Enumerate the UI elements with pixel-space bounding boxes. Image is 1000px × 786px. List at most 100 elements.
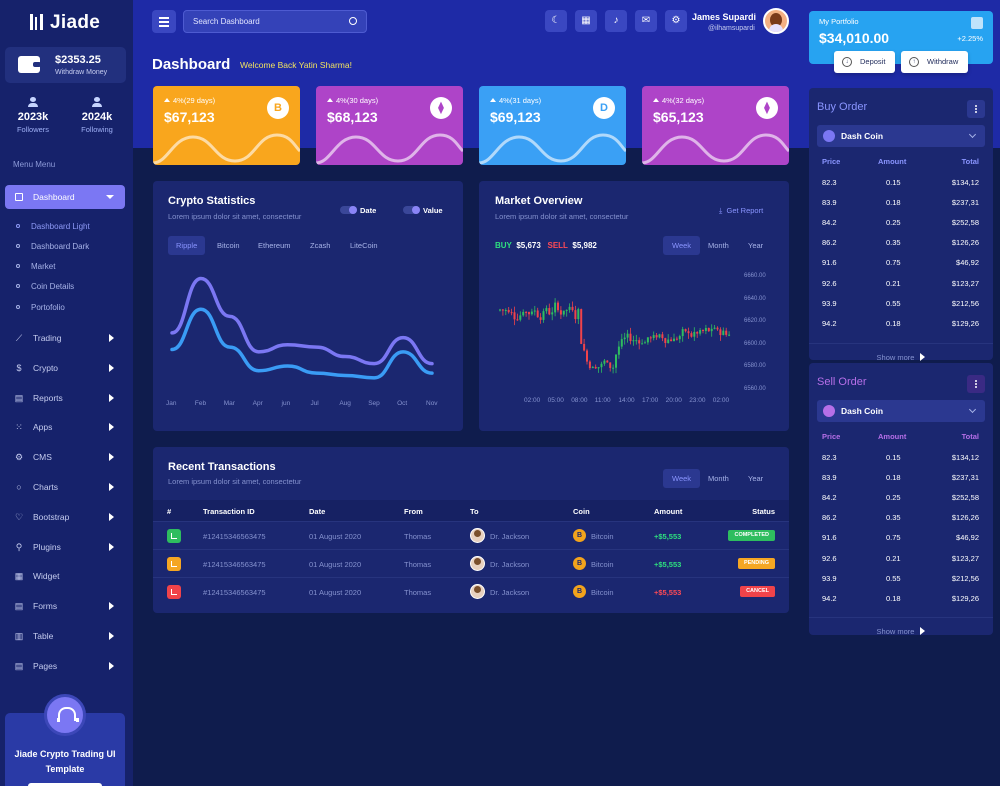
market-range-year[interactable]: Year <box>739 236 772 255</box>
user-name[interactable]: James Supardi <box>692 12 756 22</box>
tab-zcash[interactable]: Zcash <box>302 236 338 255</box>
brand-logo[interactable]: Jiade <box>30 12 100 34</box>
candle-body <box>649 337 652 339</box>
order-total: $252,58 <box>951 493 979 503</box>
order-total: $129,26 <box>951 318 979 328</box>
avatar[interactable] <box>763 8 789 34</box>
stat-card[interactable]: 4%(30 days) $68,123 ⧫ <box>316 86 463 165</box>
menu-toggle-button[interactable] <box>152 10 176 33</box>
table-row[interactable]: #12415346563475 01 August 2020 Thomas Dr. J… <box>153 549 789 577</box>
table-row[interactable]: #12415346563475 01 August 2020 Thomas Dr. J… <box>153 577 789 605</box>
sidebar-item-table[interactable]: ▥ Table <box>14 631 114 642</box>
sidebar-item-dashboard[interactable]: Dashboard <box>5 185 125 209</box>
apps-icon: ⁙ <box>15 422 23 433</box>
headset-icon <box>44 694 86 736</box>
recent-range-week[interactable]: Week <box>663 469 701 488</box>
status-badge: COMPLETED <box>728 530 775 541</box>
recent-range-year[interactable]: Year <box>739 469 772 488</box>
x-tick-label: jun <box>281 400 291 407</box>
candle-body <box>603 360 606 364</box>
column-header: Transaction ID <box>203 507 255 516</box>
sell-show-more[interactable]: Show more <box>809 617 993 636</box>
sidebar-item-plugins[interactable]: ⚲ Plugins <box>14 541 114 553</box>
plugins-icon: ⚲ <box>15 541 23 552</box>
bullet-icon <box>16 244 20 248</box>
sidebar-item-bootstrap[interactable]: ♡ Bootstrap <box>14 512 114 523</box>
sidebar-item-charts[interactable]: ○ Charts <box>14 482 114 492</box>
tab-bitcoin[interactable]: Bitcoin <box>209 236 248 255</box>
candle-body <box>539 317 542 320</box>
sell-order-title: Sell Order <box>817 376 867 388</box>
tab-ethereum[interactable]: Ethereum <box>250 236 299 255</box>
sidebar-subitem[interactable]: Market <box>16 262 55 271</box>
stat-card[interactable]: 4%(29 days) $67,123 B <box>153 86 300 165</box>
mail-icon[interactable]: ✉ <box>635 10 657 32</box>
search-input[interactable]: Search Dashboard <box>183 10 367 33</box>
recent-range-month[interactable]: Month <box>699 469 738 488</box>
more-icon[interactable] <box>967 100 985 118</box>
transaction-from: Thomas <box>404 588 432 597</box>
charts-icon: ○ <box>16 482 22 492</box>
sidebar-subitem[interactable]: Portofolio <box>16 303 65 312</box>
market-range-week[interactable]: Week <box>663 236 701 255</box>
sidebar-subitem[interactable]: Dashboard Dark <box>16 242 89 251</box>
sidebar-item-label: Dashboard <box>33 192 75 202</box>
bullet-icon <box>16 305 20 309</box>
sidebar-item-apps[interactable]: ⁙ Apps <box>14 422 114 433</box>
deposit-label: Deposit <box>860 57 886 66</box>
buy-label: BUY <box>495 241 512 250</box>
sell-coin-label: Dash Coin <box>841 406 884 416</box>
tab-litecoin[interactable]: LiteCoin <box>342 236 386 255</box>
market-range-month[interactable]: Month <box>699 236 738 255</box>
candle-body <box>591 366 594 369</box>
moon-icon[interactable]: ☾ <box>545 10 567 32</box>
tab-ripple[interactable]: Ripple <box>168 236 206 255</box>
legend-date[interactable]: Date <box>340 206 376 215</box>
sell-order-card: Sell Order Dash Coin Price Amount Total 82.… <box>809 363 993 636</box>
sidebar-subitem[interactable]: Dashboard Light <box>16 222 90 231</box>
sidebar-item-trading[interactable]: ⟋ Trading <box>14 333 114 344</box>
candle-body <box>525 311 528 313</box>
bell-icon[interactable]: ♪ <box>605 10 627 32</box>
deposit-button[interactable]: ↓ Deposit <box>834 51 895 73</box>
candle-body <box>696 331 699 334</box>
table-row[interactable]: #12415346563475 01 August 2020 Thomas Dr. J… <box>153 521 789 549</box>
status-badge: PENDING <box>737 558 775 569</box>
stat-card[interactable]: 4%(31 days) $69,123 D <box>479 86 626 165</box>
candle-body <box>583 343 586 351</box>
promo-card[interactable]: Jiade Crypto Trading UI Template <box>5 694 125 786</box>
order-price: 92.6 <box>822 278 837 288</box>
sidebar-item-label: Crypto <box>33 362 59 373</box>
transaction-coin: Bitcoin <box>591 532 614 541</box>
sidebar-item-crypto[interactable]: $ Crypto <box>14 362 114 373</box>
column-header: To <box>470 507 479 516</box>
grid-icon[interactable]: ▦ <box>575 10 597 32</box>
get-report-button[interactable]: ⤓ Get Report <box>719 206 763 216</box>
sidebar-item-reports[interactable]: ▤ Reports <box>14 393 114 404</box>
withdraw-button[interactable]: ↑ Withdraw <box>901 51 968 73</box>
wallet-card[interactable]: $2353.25 Withdraw Money <box>5 47 126 83</box>
order-total: $126,26 <box>951 238 979 248</box>
x-tick-label: 11:00 <box>594 397 611 404</box>
order-amount: 0.21 <box>886 278 901 288</box>
candle-body <box>690 333 693 337</box>
sidebar-item-cms[interactable]: ⚙ CMS <box>14 452 114 463</box>
y-tick-label: 6580.00 <box>744 363 766 369</box>
legend-value[interactable]: Value <box>403 206 443 215</box>
x-tick-label: Oct <box>397 400 408 407</box>
sell-coin-select[interactable]: Dash Coin <box>817 400 985 422</box>
sidebar-subitem[interactable]: Coin Details <box>16 282 74 291</box>
stat-card[interactable]: 4%(32 days) $65,123 ⧫ <box>642 86 789 165</box>
gear-icon[interactable]: ⚙ <box>665 10 687 32</box>
more-icon[interactable] <box>967 375 985 393</box>
sidebar-item-pages[interactable]: ▤ Pages <box>14 661 114 672</box>
candle-body <box>675 338 678 340</box>
buy-coin-select[interactable]: Dash Coin <box>817 125 985 147</box>
sidebar-item-forms[interactable]: ▤ Forms <box>14 601 114 612</box>
sidebar-item-widget[interactable]: ▦ Widget <box>14 571 60 582</box>
order-amount: 0.15 <box>886 453 901 462</box>
chevron-right-icon <box>109 661 114 670</box>
column-header: Total <box>961 432 979 441</box>
transaction-to: Dr. Jackson <box>490 532 530 541</box>
buy-show-more[interactable]: Show more <box>809 343 993 362</box>
